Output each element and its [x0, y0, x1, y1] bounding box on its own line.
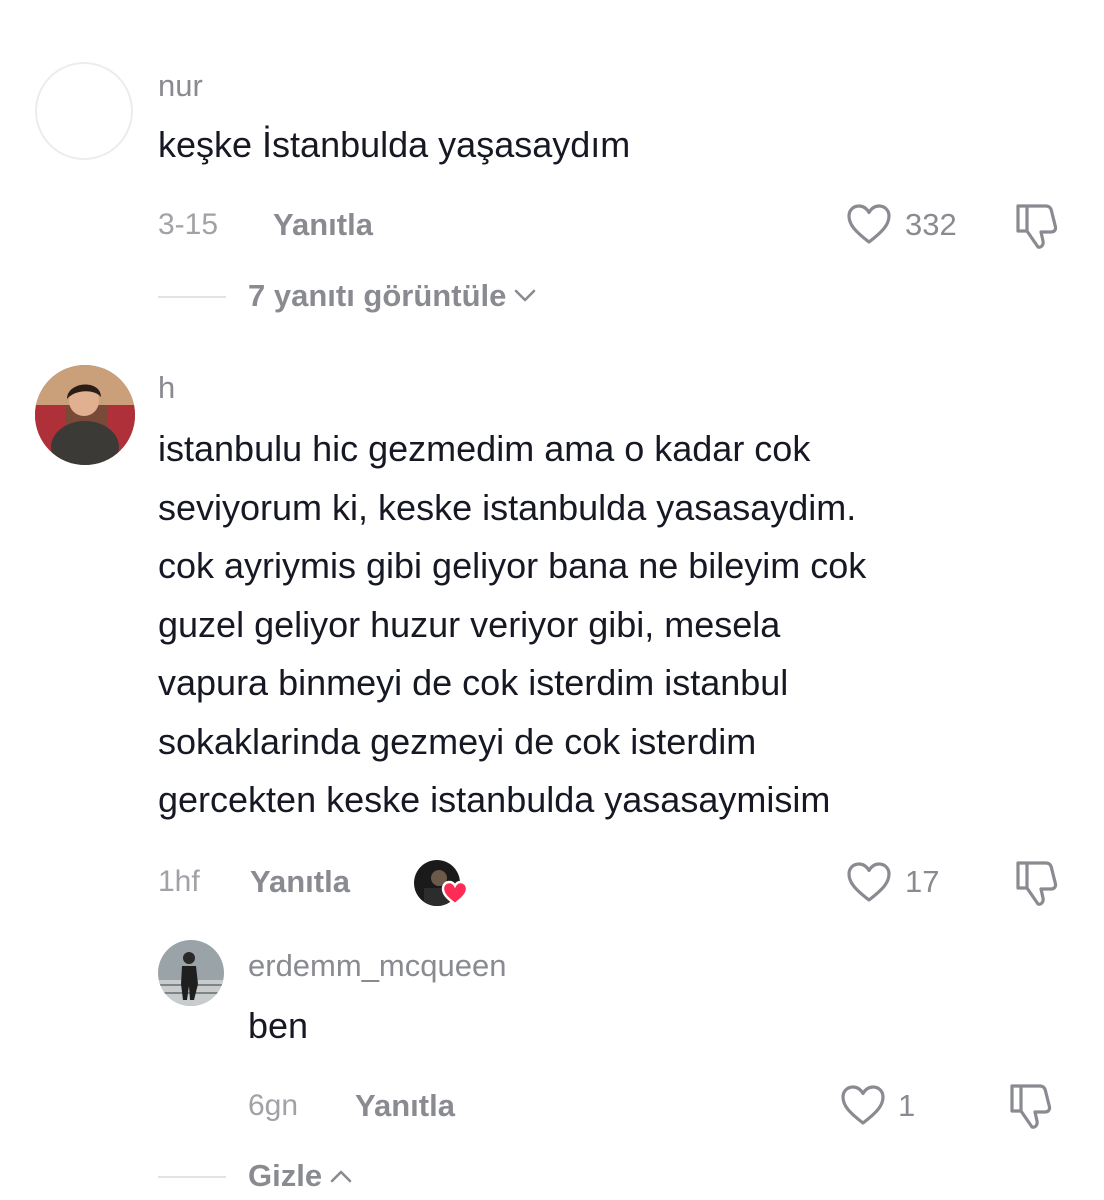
hide-replies-button[interactable]: Gizle [248, 1158, 352, 1194]
heart-icon[interactable] [846, 861, 892, 903]
thread-divider [158, 1176, 226, 1178]
chevron-down-icon [514, 289, 536, 303]
comment-text: keşke İstanbulda yaşasaydım [158, 124, 631, 165]
avatar[interactable] [35, 365, 135, 465]
comment-text-line: istanbulu hic gezmedim ama o kadar cok [158, 428, 811, 469]
heart-filled-icon [441, 880, 469, 906]
avatar[interactable] [35, 62, 133, 160]
thread-divider [158, 296, 226, 298]
comment-text-line: vapura binmeyi de cok isterdim istanbul [158, 662, 789, 703]
dislike-icon[interactable] [1013, 200, 1061, 250]
like-count: 1 [898, 1088, 916, 1123]
reply-button[interactable]: Yanıtla [355, 1088, 455, 1124]
comment-text-line: guzel geliyor huzur veriyor gibi, mesela [158, 603, 781, 645]
reply-username[interactable]: erdemm_mcqueen [248, 948, 506, 984]
reply-date: 6gn [248, 1089, 299, 1122]
hide-replies-label: Gizle [248, 1158, 323, 1193]
comment-username[interactable]: nur [158, 68, 203, 104]
chevron-up-icon [330, 1169, 352, 1183]
comment-date: 3-15 [158, 208, 219, 241]
view-replies-label: 7 yanıtı görüntüle [248, 278, 507, 313]
reply-text: ben [248, 1005, 309, 1046]
reply-button[interactable]: Yanıtla [250, 864, 350, 900]
comment-text-line: sokaklarinda gezmeyi de cok isterdim [158, 720, 757, 762]
comment-text-line: seviyorum ki, keske istanbulda yasasaydi… [158, 486, 857, 528]
creator-liked-badge [414, 858, 469, 908]
dislike-icon[interactable] [1007, 1080, 1055, 1130]
heart-icon[interactable] [846, 203, 892, 245]
avatar[interactable] [158, 940, 224, 1006]
comment-text-line: cok ayriymis gibi geliyor bana ne bileyi… [158, 545, 867, 586]
comment-date: 1hf [158, 865, 200, 898]
comment-text-line: gercekten keske istanbulda yasasaymisim [158, 779, 831, 820]
heart-icon[interactable] [840, 1084, 886, 1126]
comment-username[interactable]: h [158, 370, 175, 406]
like-count: 17 [905, 864, 940, 899]
view-replies-button[interactable]: 7 yanıtı görüntüle [248, 278, 536, 314]
dislike-icon[interactable] [1013, 857, 1061, 907]
like-count: 332 [905, 207, 957, 242]
comment-text-block: istanbulu hic gezmedim ama o kadar cok s… [158, 420, 1078, 830]
reply-button[interactable]: Yanıtla [273, 207, 373, 243]
